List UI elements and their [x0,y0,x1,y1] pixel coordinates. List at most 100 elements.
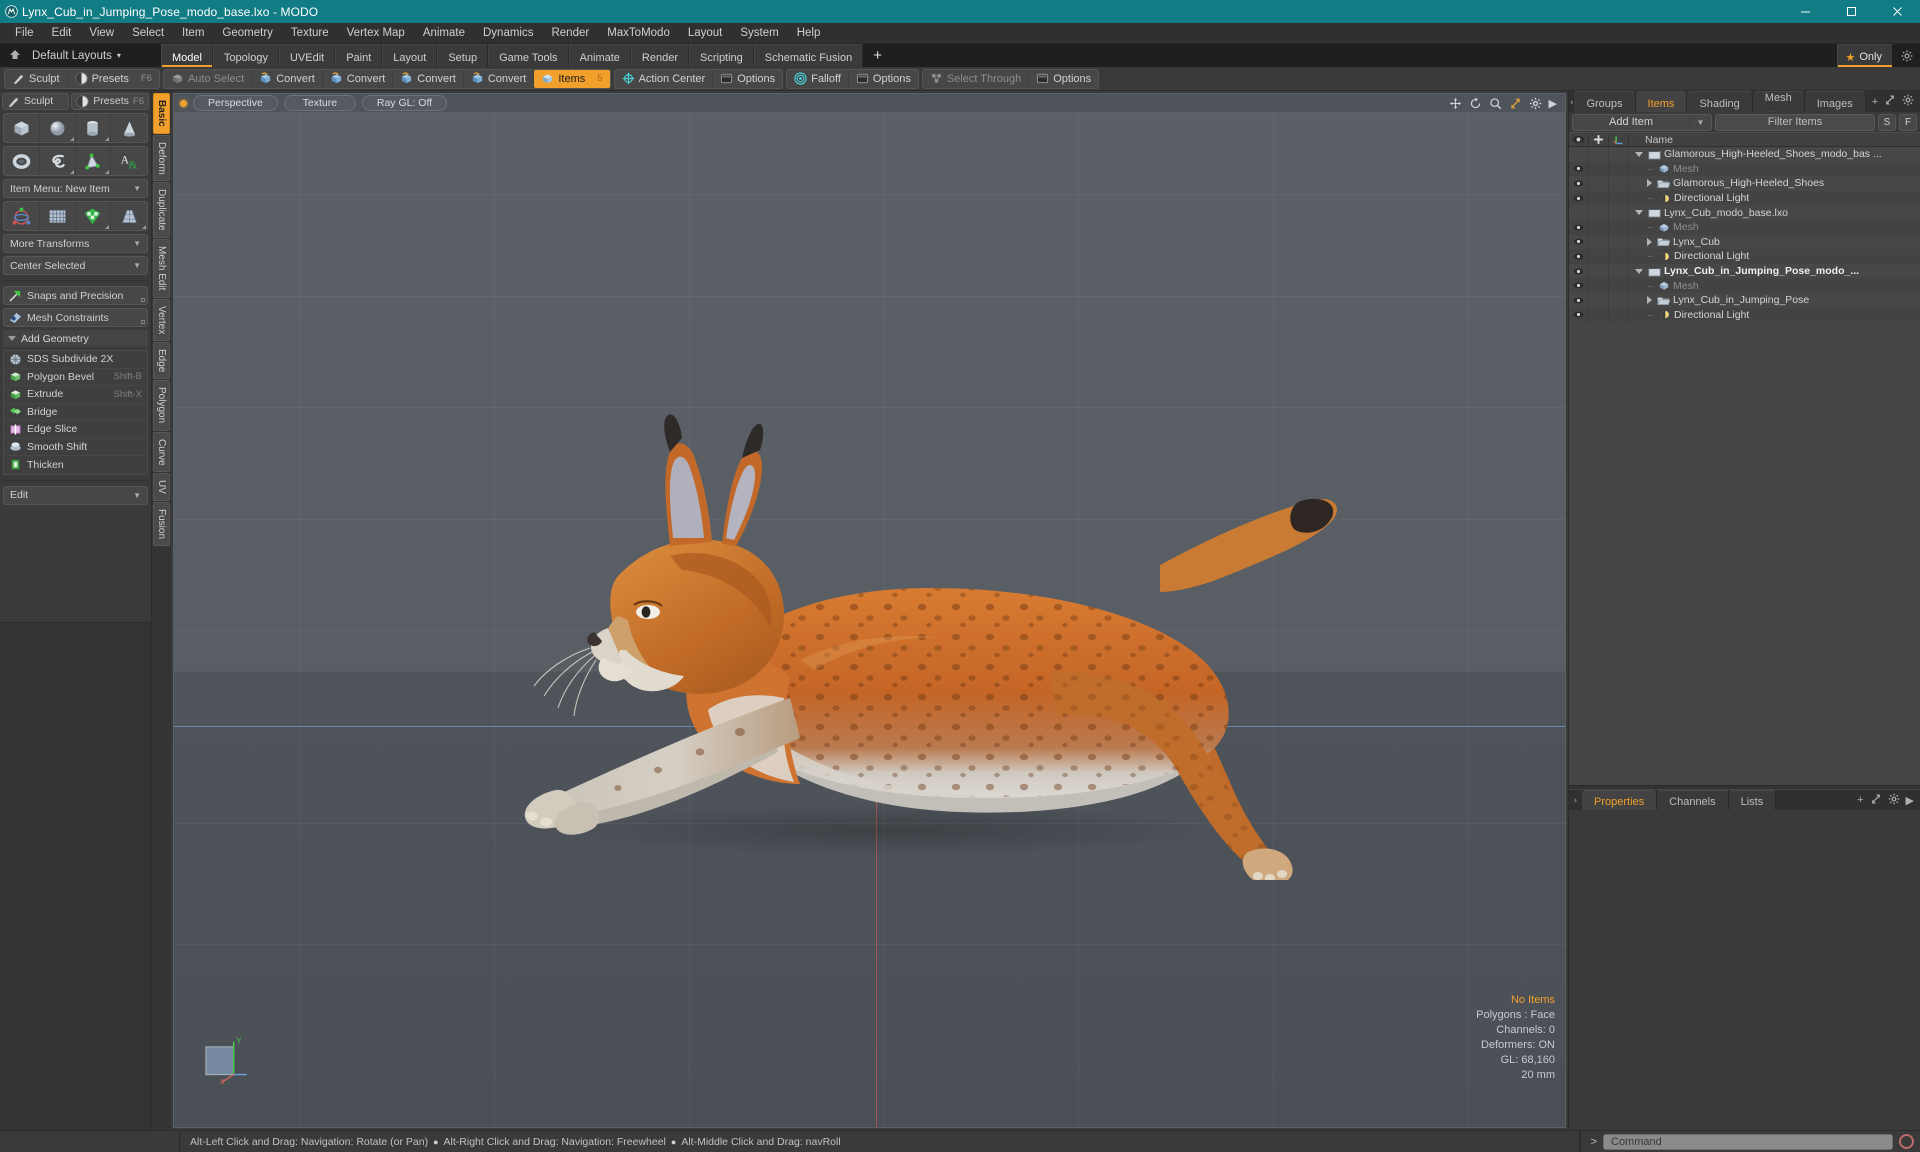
geometry-smooth-shift[interactable]: Smooth Shift [4,439,147,456]
chevron-right-icon[interactable]: ▶ [1906,794,1914,807]
menu-render[interactable]: Render [542,25,598,41]
cylinder-icon[interactable] [76,114,112,142]
row-visibility-toggle[interactable] [1569,263,1589,279]
add-tab-button[interactable]: + [1857,794,1863,806]
center-selected-dropdown[interactable]: Center Selected ▼ [3,256,148,275]
toolbar-convert-button[interactable]: Convert [393,69,464,88]
tree-row[interactable]: Lynx_Cub_in_Jumping_Pose_modo_... [1569,263,1920,279]
viewport-3d-canvas[interactable]: Y X No Items Polygons : Face Channels: 0… [173,112,1566,1128]
row-render-toggle[interactable] [1609,263,1629,279]
vtab-mesh-edit[interactable]: Mesh Edit [153,239,170,298]
toolbar-convert-button[interactable]: Convert [252,69,323,88]
add-geometry-header[interactable]: Add Geometry [3,330,148,347]
tree-item[interactable]: Glamorous_High-Heeled_Shoes_modo_bas ... [1629,148,1882,160]
toolbar-action-center-button[interactable]: Action Center [615,69,714,88]
toolbar-select-through-button[interactable]: Select Through [923,69,1030,88]
vtab-uv[interactable]: UV [153,473,170,502]
row-lock-toggle[interactable] [1589,249,1609,264]
tree-item[interactable]: ··· Directional Light [1629,250,1749,262]
row-visibility-toggle[interactable] [1569,234,1589,250]
row-lock-toggle[interactable] [1589,176,1609,191]
tree-row[interactable]: ··· Mesh [1569,161,1920,177]
taper-icon[interactable] [111,202,147,230]
menu-dynamics[interactable]: Dynamics [474,25,542,41]
viewport-raygl-dropdown[interactable]: Ray GL: Off [361,95,448,111]
filter-s-button[interactable]: S [1878,113,1896,131]
gear-icon[interactable] [1529,97,1542,110]
expand-icon[interactable] [1884,94,1896,109]
layout-tab-layout[interactable]: Layout [382,44,438,67]
toolbar-sculpt-button[interactable]: Sculpt [5,69,68,88]
row-visibility-toggle[interactable] [1569,278,1589,293]
row-visibility-toggle[interactable] [1569,147,1589,162]
row-lock-toggle[interactable] [1589,263,1609,279]
menu-select[interactable]: Select [123,25,173,41]
layout-tab-topology[interactable]: Topology [212,44,279,67]
vtab-basic[interactable]: Basic [153,93,170,134]
layout-tab-game-tools[interactable]: Game Tools [488,44,569,67]
vtab-edge[interactable]: Edge [153,342,170,380]
maximize-button[interactable] [1828,0,1874,23]
toolbar-convert-button[interactable]: Convert [464,69,535,88]
item-menu-dropdown[interactable]: Item Menu: New Item ▼ [3,179,148,198]
text-tool-icon[interactable]: A & [111,147,147,175]
row-visibility-toggle[interactable] [1569,205,1589,220]
tree-row[interactable]: Lynx_Cub_in_Jumping_Pose [1569,292,1920,308]
menu-animate[interactable]: Animate [414,25,474,41]
panel-menu-dot[interactable]: ◗ [1569,790,1582,810]
tree-item[interactable]: ··· Mesh [1629,221,1699,233]
row-visibility-toggle[interactable] [1569,219,1589,235]
tree-item[interactable]: Glamorous_High-Heeled_Shoes [1629,177,1824,189]
chevron-down-icon[interactable] [1635,268,1643,274]
rp-btab-lists[interactable]: Lists [1728,790,1777,810]
add-item-button[interactable]: Add Item ▼ [1572,113,1712,131]
row-visibility-toggle[interactable] [1569,176,1589,191]
home-icon[interactable] [6,49,24,63]
filter-items-input[interactable]: Filter Items [1715,113,1875,131]
rp-tab-images[interactable]: Images [1804,91,1866,112]
tree-row[interactable]: ··· Mesh [1569,278,1920,293]
cube-icon[interactable] [4,114,40,142]
layout-tab-schematic-fusion[interactable]: Schematic Fusion [753,44,864,67]
layout-tab-animate[interactable]: Animate [568,44,631,67]
layout-tab-scripting[interactable]: Scripting [689,44,754,67]
zoom-icon[interactable] [1489,97,1502,110]
vtab-curve[interactable]: Curve [153,431,170,473]
tree-item[interactable]: Lynx_Cub_in_Jumping_Pose [1629,294,1809,306]
geometry-edge-slice[interactable]: Edge Slice [4,421,147,439]
rp-tab-items[interactable]: Items [1635,91,1688,112]
toolbar-options-button[interactable]: Options [713,70,782,88]
row-lock-toggle[interactable] [1589,278,1609,293]
row-lock-toggle[interactable] [1589,161,1609,177]
tree-item[interactable]: ··· Mesh [1629,280,1699,292]
row-render-toggle[interactable] [1609,219,1629,235]
row-render-toggle[interactable] [1609,307,1629,323]
vtab-vertex[interactable]: Vertex [153,298,170,342]
spiral-icon[interactable] [40,147,76,175]
green-checker-icon[interactable] [76,202,112,230]
chevron-down-icon[interactable] [1635,210,1643,216]
expand-icon[interactable] [1509,97,1522,110]
rp-tab-mesh-[interactable]: Mesh ... [1752,91,1805,116]
layout-tab-render[interactable]: Render [630,44,689,67]
mesh-constraints-button[interactable]: Mesh Constraints [3,308,148,327]
tree-item[interactable]: Lynx_Cub [1629,236,1720,248]
add-layout-tab-button[interactable]: + [863,44,892,67]
default-layouts-dropdown[interactable]: Default Layouts ▾ [24,50,129,62]
menu-geometry[interactable]: Geometry [213,25,282,41]
toolbar-options-button[interactable]: Options [1029,70,1098,88]
snaps-and-precision-button[interactable]: Snaps and Precision [3,286,148,305]
layout-tab-setup[interactable]: Setup [437,44,489,67]
layout-tab-paint[interactable]: Paint [335,44,383,67]
menu-layout[interactable]: Layout [679,25,732,41]
tree-row[interactable]: Glamorous_High-Heeled_Shoes [1569,176,1920,191]
tree-item[interactable]: ··· Directional Light [1629,309,1749,321]
add-tab-button[interactable]: + [1872,96,1878,108]
row-lock-toggle[interactable] [1589,147,1609,162]
row-lock-toggle[interactable] [1589,307,1609,323]
row-visibility-toggle[interactable] [1569,161,1589,177]
row-render-toggle[interactable] [1609,278,1629,293]
tree-row[interactable]: Lynx_Cub [1569,234,1920,250]
row-render-toggle[interactable] [1609,292,1629,308]
rp-tab-shading[interactable]: Shading [1687,91,1753,112]
